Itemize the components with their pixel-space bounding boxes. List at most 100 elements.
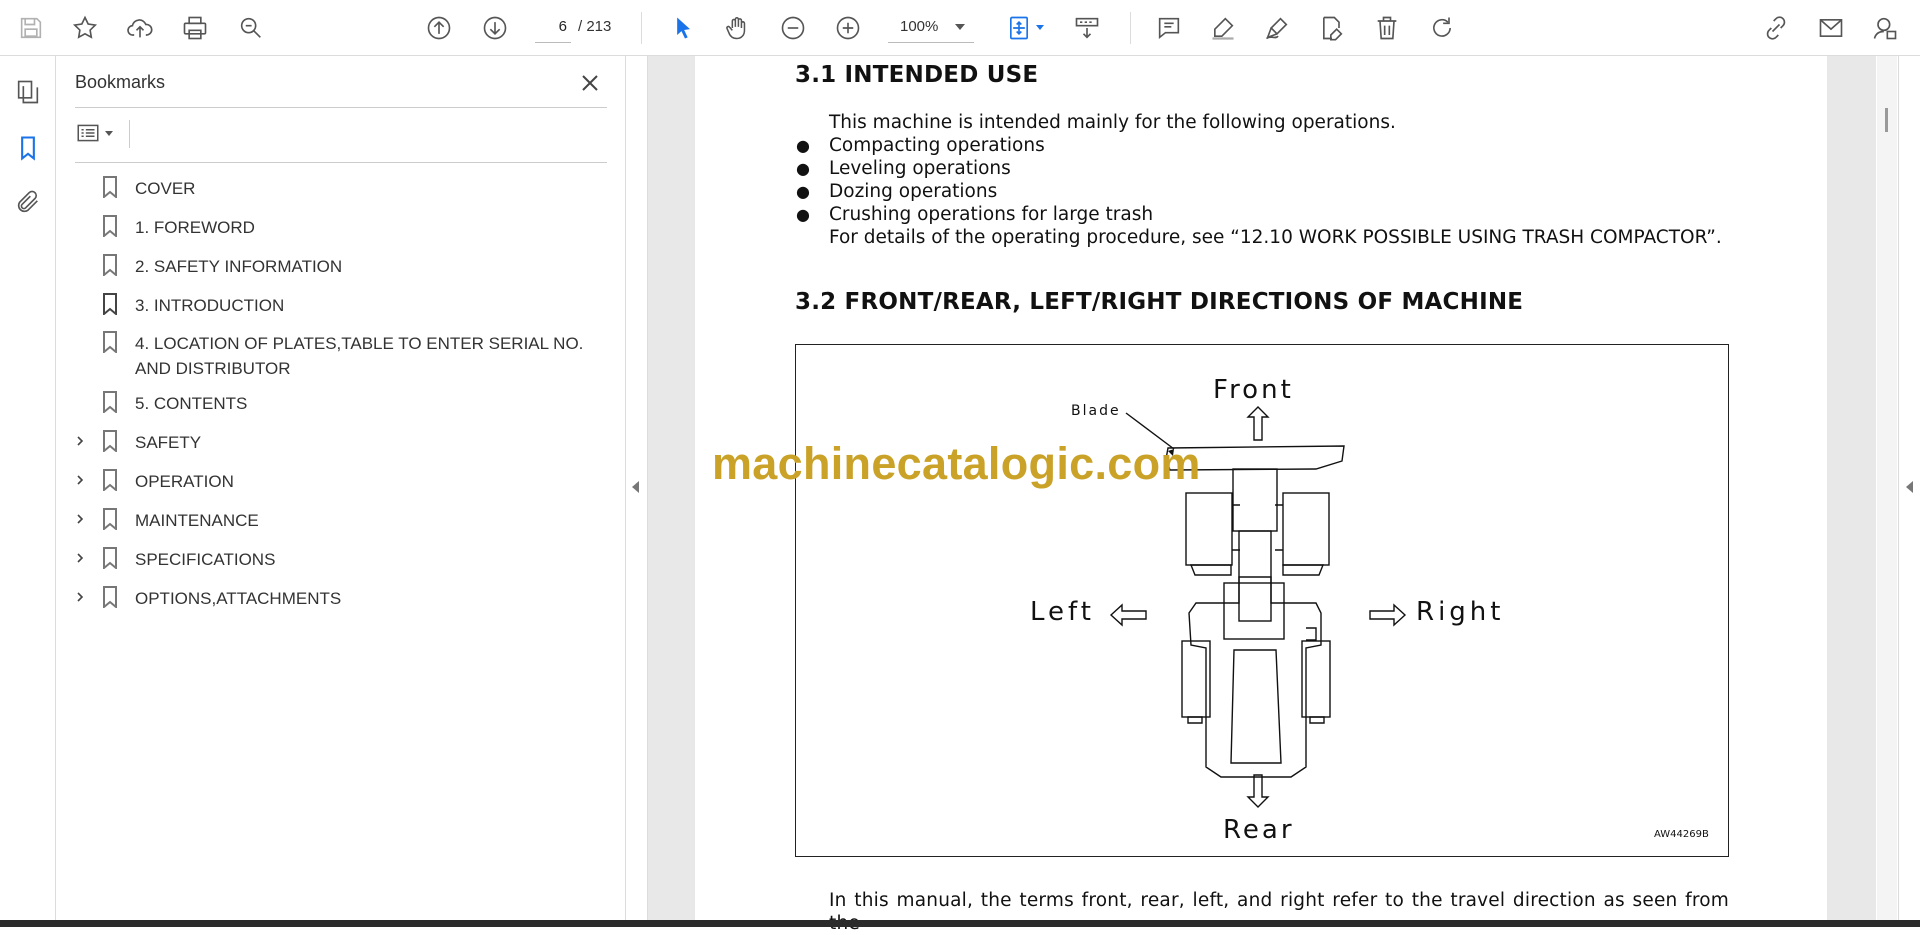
hand-tool-icon[interactable] — [718, 9, 756, 47]
zoom-in-icon[interactable] — [829, 9, 867, 47]
bookmark-indent — [69, 293, 91, 315]
right-panel-handle[interactable] — [1898, 56, 1920, 920]
bookmark-item[interactable]: OPERATION — [57, 469, 617, 494]
chevron-right-icon[interactable] — [69, 430, 91, 452]
operation-list-item: Leveling operations — [829, 158, 1011, 179]
bookmark-indent — [69, 331, 91, 353]
operation-list-item: Crushing operations for large trash — [829, 204, 1154, 225]
chevron-down-icon[interactable] — [955, 24, 965, 30]
vertical-scrollbar-track[interactable] — [1877, 56, 1897, 920]
intro-paragraph: This machine is intended mainly for the … — [829, 112, 1396, 133]
highlight-pen-icon[interactable] — [1204, 9, 1242, 47]
bookmark-label: OPTIONS,ATTACHMENTS — [135, 589, 342, 608]
blade-label: Blade — [1071, 403, 1121, 419]
bookmark-label: SAFETY — [135, 433, 202, 452]
vertical-scrollbar-thumb[interactable] — [1885, 108, 1888, 132]
bookmark-icon — [99, 391, 121, 415]
comment-icon[interactable] — [1150, 9, 1188, 47]
save-icon[interactable] — [12, 9, 50, 47]
figure-code: AW44269B — [1654, 829, 1709, 840]
bullet-dot: ● — [796, 136, 810, 155]
bookmark-item[interactable]: 1. FOREWORD — [57, 215, 617, 240]
chevron-right-icon[interactable] — [69, 469, 91, 491]
bullet-dot: ● — [796, 205, 810, 224]
right-label: Right — [1416, 597, 1505, 627]
bookmark-item[interactable]: OPTIONS,ATTACHMENTS — [57, 586, 617, 611]
bookmark-indent — [69, 391, 91, 413]
close-icon[interactable] — [575, 68, 605, 98]
bookmark-icon — [99, 254, 121, 278]
panel-divider — [75, 107, 607, 108]
bookmark-label: 2. SAFETY INFORMATION — [135, 257, 343, 276]
find-zoom-icon[interactable] — [232, 9, 270, 47]
bookmark-icon — [99, 508, 121, 532]
bookmark-item[interactable]: 4. LOCATION OF PLATES,TABLE TO ENTER SER… — [57, 331, 617, 381]
page-thumbnails-icon[interactable] — [10, 74, 46, 110]
bookmarks-panel-icon[interactable] — [10, 130, 46, 166]
bookmark-item[interactable]: 5. CONTENTS — [57, 391, 617, 416]
bookmark-indent — [69, 215, 91, 237]
bullet-dot: ● — [796, 182, 810, 201]
chevron-right-icon[interactable] — [69, 547, 91, 569]
details-paragraph: For details of the operating procedure, … — [829, 227, 1722, 248]
left-label: Left — [1030, 597, 1095, 627]
machine-direction-figure: Front Blade Left Right Rear AW44269B — [795, 344, 1729, 857]
expand-right-panel-icon[interactable] — [1906, 481, 1913, 493]
next-page-icon[interactable] — [476, 9, 514, 47]
delete-trash-icon[interactable] — [1368, 9, 1406, 47]
os-taskbar-edge — [0, 920, 1920, 927]
section-heading-intended-use: 3.1 INTENDED USE — [795, 62, 1039, 88]
bookmark-options-button[interactable] — [75, 116, 125, 150]
draw-signature-icon[interactable] — [1258, 9, 1296, 47]
attachments-paperclip-icon[interactable] — [10, 184, 46, 220]
bookmark-label: 3. INTRODUCTION — [135, 296, 285, 315]
bookmark-label: 1. FOREWORD — [135, 218, 255, 237]
scroll-mode-icon[interactable] — [1068, 9, 1106, 47]
upload-cloud-icon[interactable] — [121, 9, 159, 47]
bookmark-label: COVER — [135, 179, 196, 198]
zoom-out-icon[interactable] — [774, 9, 812, 47]
bookmark-item[interactable]: SPECIFICATIONS — [57, 547, 617, 572]
fit-page-icon[interactable] — [1000, 9, 1038, 47]
bookmark-label: 5. CONTENTS — [135, 394, 248, 413]
bookmark-icon — [99, 586, 121, 610]
bookmark-icon — [99, 176, 121, 200]
redo-rotate-icon[interactable] — [1423, 9, 1461, 47]
account-lock-icon[interactable] — [1866, 9, 1904, 47]
bookmark-item[interactable]: MAINTENANCE — [57, 508, 617, 533]
bullet-dot: ● — [796, 159, 810, 178]
bookmark-indent — [69, 254, 91, 276]
chevron-right-icon[interactable] — [69, 508, 91, 530]
select-cursor-icon[interactable] — [664, 9, 702, 47]
bookmark-icon — [99, 331, 121, 355]
panel-divider — [75, 162, 607, 163]
page-number-input[interactable] — [535, 11, 571, 43]
email-envelope-icon[interactable] — [1812, 9, 1850, 47]
bookmark-item[interactable]: SAFETY — [57, 430, 617, 455]
chevron-down-icon — [105, 130, 113, 136]
left-tool-rail — [0, 56, 56, 920]
front-label: Front — [1213, 375, 1294, 405]
bookmark-item[interactable]: COVER — [57, 176, 617, 201]
page-total: / 213 — [578, 18, 612, 35]
collapse-left-icon[interactable] — [632, 481, 639, 493]
toolbar-divider — [641, 12, 642, 44]
bookmark-item[interactable]: 3. INTRODUCTION — [57, 293, 617, 318]
chevron-right-icon[interactable] — [69, 586, 91, 608]
edit-document-icon[interactable] — [1313, 9, 1351, 47]
machine-top-view-drawing — [1109, 406, 1407, 808]
bookmark-star-icon[interactable] — [66, 9, 104, 47]
previous-page-icon[interactable] — [420, 9, 458, 47]
fit-dropdown-chevron-icon[interactable] — [1036, 25, 1044, 30]
bookmark-label: MAINTENANCE — [135, 511, 259, 530]
bookmark-label: SPECIFICATIONS — [135, 550, 276, 569]
bookmark-icon — [99, 430, 121, 454]
print-icon[interactable] — [176, 9, 214, 47]
top-toolbar: / 213 100% — [0, 0, 1920, 56]
panel-collapse-handle[interactable] — [627, 56, 648, 920]
panel-toolbar-divider — [129, 120, 130, 148]
bookmark-item[interactable]: 2. SAFETY INFORMATION — [57, 254, 617, 279]
bookmark-icon — [99, 469, 121, 493]
share-link-icon[interactable] — [1757, 9, 1795, 47]
watermark-text: machinecatalogic.com — [712, 438, 1201, 489]
